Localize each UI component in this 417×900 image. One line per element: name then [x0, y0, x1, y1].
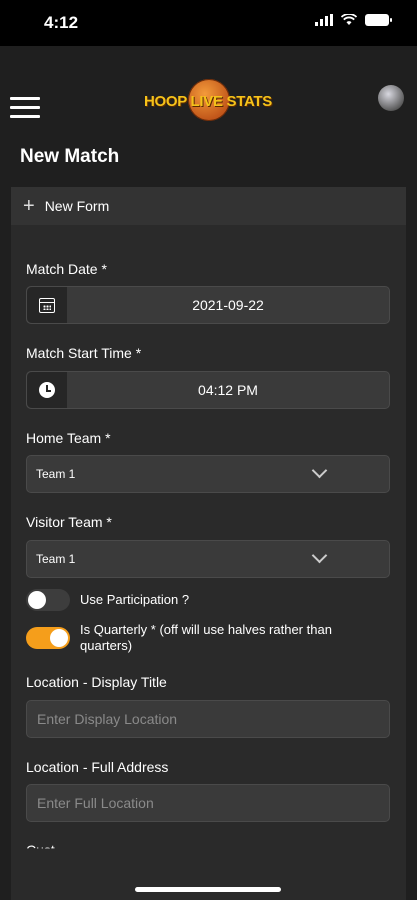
hamburger-menu-icon[interactable]: [10, 97, 40, 119]
location-display-input[interactable]: [27, 701, 389, 737]
app-header: HOOP LIVE STATS: [0, 46, 417, 146]
use-participation-label: Use Participation ?: [80, 592, 190, 607]
is-quarterly-label: Is Quarterly * (off will use halves rath…: [80, 622, 332, 653]
toggle-knob: [28, 591, 46, 609]
signal-icon: [315, 14, 333, 26]
location-full-label: Location - Full Address: [26, 759, 169, 775]
plus-icon: +: [23, 195, 35, 217]
visitor-team-value: Team 1: [36, 552, 76, 566]
location-full-input[interactable]: [27, 785, 389, 821]
match-date-value: 2021-09-22: [192, 297, 264, 313]
toggle-knob: [50, 629, 68, 647]
status-icons: [315, 14, 392, 26]
use-participation-toggle[interactable]: [26, 589, 70, 611]
new-form-header[interactable]: + New Form: [11, 187, 406, 225]
is-quarterly-toggle[interactable]: [26, 627, 70, 649]
calendar-addon: [27, 287, 67, 323]
location-display-field[interactable]: [26, 700, 390, 738]
new-form-card: + New Form Match Date * 2021-09-22 Match…: [11, 187, 406, 900]
home-indicator[interactable]: [135, 887, 281, 892]
battery-icon: [365, 14, 392, 26]
logo-text: HOOP LIVE STATS: [143, 93, 273, 110]
wifi-icon: [341, 14, 357, 25]
match-date-label: Match Date *: [26, 261, 107, 277]
clock-icon: [39, 382, 55, 398]
calendar-icon: [39, 297, 55, 313]
visitor-team-label: Visitor Team *: [26, 514, 112, 530]
status-time: 4:12: [44, 13, 79, 32]
home-team-select[interactable]: Team 1: [26, 455, 390, 493]
page-title: New Match: [20, 146, 120, 167]
next-field-label-partial: Cust: [26, 842, 55, 858]
clock-addon: [27, 372, 67, 408]
match-date-field[interactable]: 2021-09-22: [26, 286, 390, 324]
home-team-label: Home Team *: [26, 430, 111, 446]
match-start-time-label: Match Start Time *: [26, 345, 142, 361]
location-full-field[interactable]: [26, 784, 390, 822]
visitor-team-select[interactable]: Team 1: [26, 540, 390, 578]
app-logo: HOOP LIVE STATS: [143, 79, 273, 121]
avatar[interactable]: [378, 85, 404, 111]
new-form-label: New Form: [44, 198, 110, 214]
status-bar: 4:12: [0, 0, 417, 46]
home-team-value: Team 1: [36, 467, 76, 481]
location-display-label: Location - Display Title: [26, 674, 167, 690]
match-start-time-value: 04:12 PM: [198, 382, 258, 398]
match-start-time-field[interactable]: 04:12 PM: [26, 371, 390, 409]
chevron-down-icon: [311, 462, 328, 479]
chevron-down-icon: [311, 547, 328, 564]
